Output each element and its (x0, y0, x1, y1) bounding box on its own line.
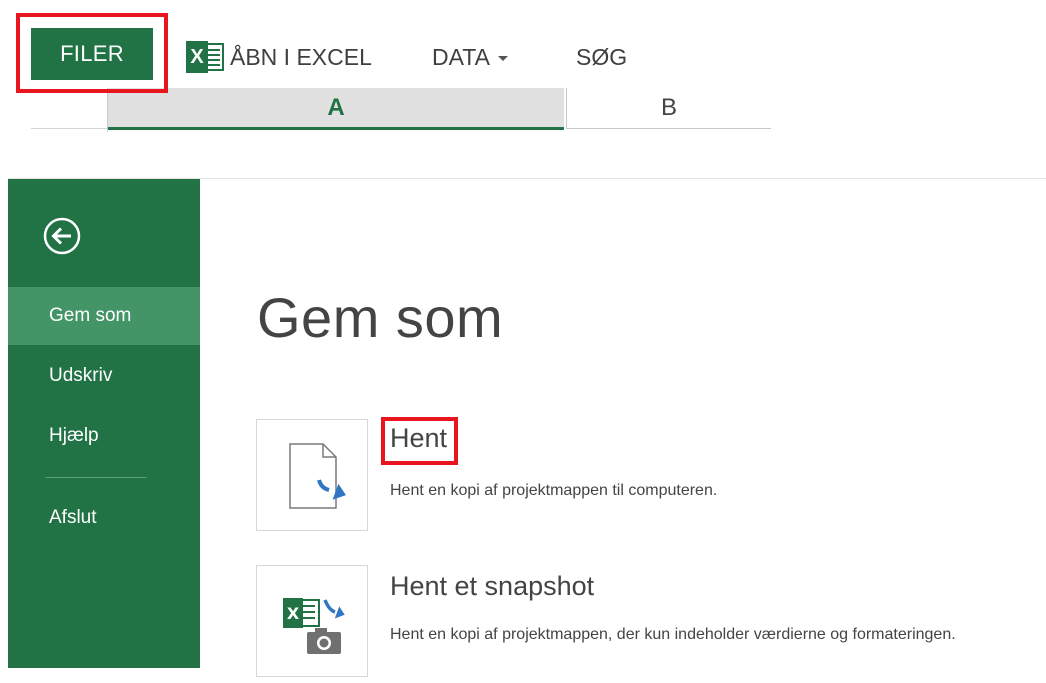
data-menu-label: DATA (432, 43, 490, 70)
row-header-corner (31, 128, 108, 129)
sidebar-divider (45, 477, 147, 478)
search-label: SØG (576, 43, 628, 70)
backstage-sidebar: Gem som Udskriv Hjælp Afslut (8, 179, 200, 668)
excel-snapshot-icon: X (283, 598, 345, 654)
svg-text:X: X (287, 604, 300, 623)
backstage-content: Gem som Hent Hent en kopi af projektmapp… (200, 179, 1046, 677)
search-button[interactable]: SØG (576, 38, 627, 76)
backstage-view: Gem som Udskriv Hjælp Afslut Gem som Hen… (8, 179, 1046, 677)
file-tab-highlight (16, 13, 168, 93)
excel-icon: X (186, 41, 226, 73)
chevron-down-icon (497, 55, 508, 61)
column-header-b[interactable]: B (566, 88, 771, 129)
snapshot-option-description: Hent en kopi af projektmappen, der kun i… (390, 626, 956, 643)
page-title: Gem som (257, 286, 504, 349)
sidebar-item-print[interactable]: Udskriv (8, 347, 200, 405)
snapshot-tile[interactable]: X (256, 565, 368, 677)
snapshot-option-title[interactable]: Hent et snapshot (390, 571, 594, 602)
sidebar-item-exit[interactable]: Afslut (8, 489, 200, 547)
sidebar-item-save-as[interactable]: Gem som (8, 287, 200, 345)
download-tile[interactable] (256, 419, 368, 531)
open-in-excel-label: ÅBN I EXCEL (230, 43, 372, 70)
column-header-a[interactable]: A (108, 88, 564, 130)
open-in-excel-button[interactable]: X ÅBN I EXCEL (186, 38, 372, 76)
download-option-description: Hent en kopi af projektmappen til comput… (390, 482, 718, 499)
sidebar-item-help[interactable]: Hjælp (8, 407, 200, 465)
data-menu-button[interactable]: DATA (432, 38, 508, 76)
download-title-highlight (381, 417, 458, 465)
download-document-icon (289, 443, 346, 509)
back-arrow-icon[interactable] (42, 216, 82, 256)
